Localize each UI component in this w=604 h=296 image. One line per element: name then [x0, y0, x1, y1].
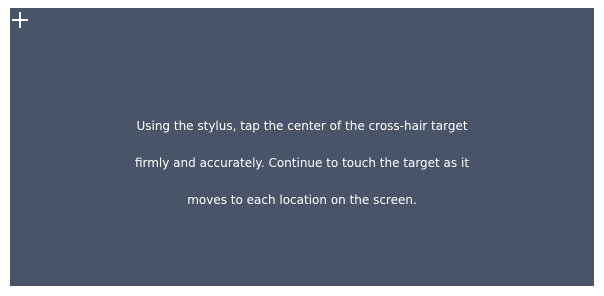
instruction-line-3: moves to each location on the screen.	[187, 193, 417, 207]
instruction-line-1: Using the stylus, tap the center of the …	[136, 119, 468, 133]
window-frame: Using the stylus, tap the center of the …	[0, 0, 604, 296]
crosshair-vertical-bar	[19, 12, 21, 28]
calibration-instructions: Using the stylus, tap the center of the …	[10, 108, 594, 219]
crosshair-icon[interactable]	[12, 12, 28, 28]
instruction-line-2: firmly and accurately. Continue to touch…	[134, 156, 470, 170]
calibration-screen[interactable]: Using the stylus, tap the center of the …	[10, 8, 594, 286]
